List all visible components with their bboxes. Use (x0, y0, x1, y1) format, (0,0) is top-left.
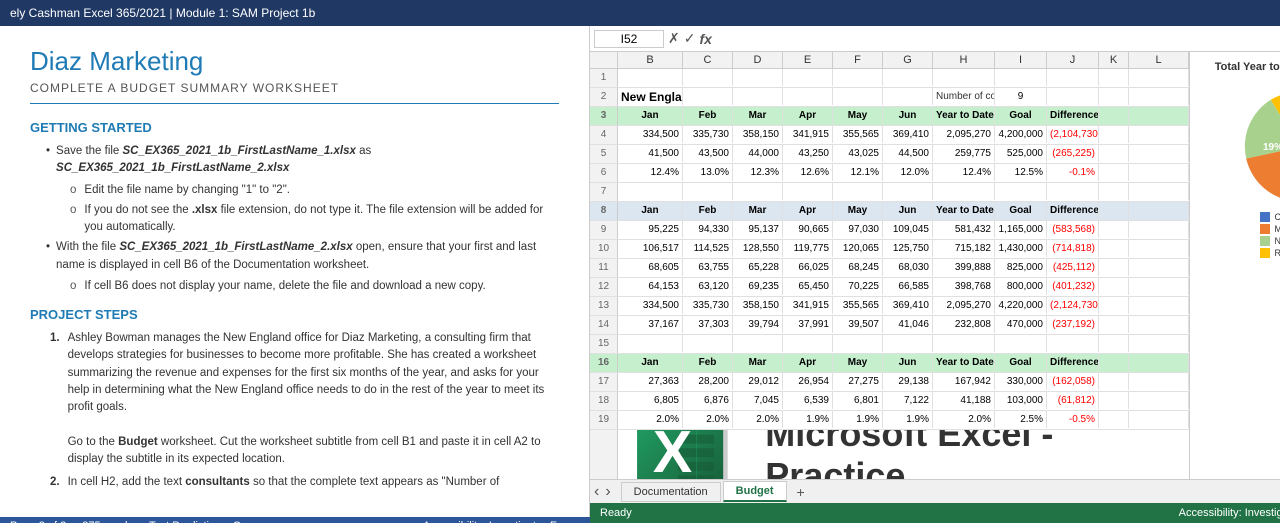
formula-icons: ✗ ✓ fx (668, 30, 712, 47)
col-header-h: H (933, 52, 995, 68)
col-header-d: D (733, 52, 783, 68)
legend-label-nh: New Hampshire (1274, 236, 1280, 246)
col-header-f: F (833, 52, 883, 68)
doc-subtitle: COMPLETE A BUDGET SUMMARY WORKSHEET (30, 81, 559, 104)
getting-started-header: GETTING STARTED (30, 120, 559, 135)
sheet-nav-right[interactable]: › (605, 483, 610, 501)
word-status-bar: Page 3 of 3 875 words Text Predictions: … (0, 517, 590, 523)
legend-label-ma: Massachusetts (1274, 224, 1280, 234)
add-sheet-button[interactable]: + (789, 481, 813, 503)
grid: 1 2 (590, 69, 1189, 479)
bullet-1: Save the file SC_EX365_2021_1b_FirstLast… (46, 143, 559, 178)
top-bar-label: ely Cashman Excel 365/2021 | Module 1: S… (10, 6, 315, 20)
legend-item-ct: Connecticut (1260, 212, 1280, 222)
table-row: 11 68,605 63,755 65,228 66,025 68,245 68… (590, 259, 1189, 278)
table-row: 14 37,167 37,303 39,794 37,991 39,507 41… (590, 316, 1189, 335)
legend-item-ma: Massachusetts (1260, 224, 1280, 234)
table-row: 18 6,805 6,876 7,045 6,539 6,801 7,122 4… (590, 392, 1189, 411)
legend-color-nh (1260, 236, 1270, 246)
row-num-header (590, 52, 618, 68)
table-row: 6 12.4% 13.0% 12.3% 12.6% 12.1% 12.0% 12… (590, 164, 1189, 183)
excel-status-bar: Ready Accessibility: Investigate ◫ ◬ ◭ —… (590, 503, 1280, 523)
table-row: 5 41,500 43,500 44,000 43,250 43,025 44,… (590, 145, 1189, 164)
col-header-i: I (995, 52, 1047, 68)
col-header-k: K (1099, 52, 1129, 68)
word-document-panel: Diaz Marketing COMPLETE A BUDGET SUMMARY… (0, 26, 590, 517)
excel-ready-status: Ready (600, 507, 632, 519)
step-1: 1. Ashley Bowman manages the New England… (50, 330, 559, 468)
excel-icon-area: X Microsoft Excel - Practice (618, 430, 1189, 479)
lower-area: X Microsoft Excel - Practice (590, 430, 1189, 479)
chart-panel: Total Year to Date Sales by State (1189, 52, 1280, 479)
table-row: 16 Jan Feb Mar Apr May Jun Year to Date … (590, 354, 1189, 373)
table-row: 1 (590, 69, 1189, 88)
formula-input[interactable] (716, 32, 1280, 46)
col-header-j: J (1047, 52, 1099, 68)
chart-title: Total Year to Date Sales by State (1215, 60, 1280, 74)
tab-documentation[interactable]: Documentation (621, 482, 721, 502)
table-row: 15 (590, 335, 1189, 354)
table-row: 8 Jan Feb Mar Apr May Jun Year to Date G… (590, 202, 1189, 221)
svg-text:X: X (653, 430, 692, 479)
table-row: 2 New England Number of consultants 9 (590, 88, 1189, 107)
sub-bullet-1b: If you do not see the .xlsx file extensi… (70, 202, 559, 237)
table-row: 12 64,153 63,120 69,235 65,450 70,225 66… (590, 278, 1189, 297)
col-header-b: B (618, 52, 683, 68)
cell-reference-box[interactable]: I52 (594, 30, 664, 48)
table-row: 7 (590, 183, 1189, 202)
legend-item-nh: New Hampshire (1260, 236, 1280, 246)
chart-legend: Connecticut Massachusetts New Hampshire … (1260, 212, 1280, 260)
legend-color-ma (1260, 224, 1270, 234)
sub-bullet-1a: Edit the file name by changing "1" to "2… (70, 182, 559, 199)
table-row: 19 2.0% 2.0% 2.0% 1.9% 1.9% 1.9% 2.0% 2.… (590, 411, 1189, 430)
legend-label-ct: Connecticut (1274, 212, 1280, 222)
excel-accessibility: Accessibility: Investigate (1179, 507, 1280, 519)
bullet-2: With the file SC_EX365_2021_1b_FirstLast… (46, 239, 559, 274)
legend-item-ri: Rhode Island (1260, 248, 1280, 258)
top-bar: ely Cashman Excel 365/2021 | Module 1: S… (0, 0, 1280, 26)
step-2: 2. In cell H2, add the text consultants … (50, 474, 559, 491)
legend-color-ct (1260, 212, 1270, 222)
sheet-tabs: ‹ › Documentation Budget + (590, 479, 1280, 503)
legend-color-ri (1260, 248, 1270, 258)
formula-confirm-icon[interactable]: ✓ (684, 30, 696, 47)
tab-budget[interactable]: Budget (723, 481, 787, 502)
formula-bar: I52 ✗ ✓ fx (590, 26, 1280, 52)
excel-panel: I52 ✗ ✓ fx B C D E F G H (590, 26, 1280, 523)
project-steps-header: PROJECT STEPS (30, 307, 559, 322)
table-row: 10 106,517 114,525 128,550 119,775 120,0… (590, 240, 1189, 259)
col-header-l: L (1129, 52, 1189, 68)
formula-fx-icon[interactable]: fx (699, 31, 711, 47)
excel-app-icon: X (628, 430, 741, 479)
doc-title: Diaz Marketing (30, 46, 559, 77)
sub-bullet-2a: If cell B6 does not display your name, d… (70, 278, 559, 295)
formula-cancel-icon[interactable]: ✗ (668, 30, 680, 47)
table-row: 13 334,500 335,730 358,150 341,915 355,5… (590, 297, 1189, 316)
excel-practice-label: Microsoft Excel - Practice (765, 430, 1053, 479)
svg-text:19%: 19% (1263, 142, 1280, 153)
col-header-e: E (783, 52, 833, 68)
sheet-nav-left[interactable]: ‹ (594, 483, 599, 501)
table-row: 4 334,500 335,730 358,150 341,915 355,56… (590, 126, 1189, 145)
pie-chart: 19% 28% 19% 34% (1235, 82, 1280, 212)
table-row: 3 Jan Feb Mar Apr May Jun Year to Date G… (590, 107, 1189, 126)
column-headers: B C D E F G H I J K L (590, 52, 1189, 69)
spreadsheet: B C D E F G H I J K L 1 (590, 52, 1189, 479)
table-row: 17 27,363 28,200 29,012 26,954 27,275 29… (590, 373, 1189, 392)
col-header-c: C (683, 52, 733, 68)
legend-label-ri: Rhode Island (1274, 248, 1280, 258)
table-row: 9 95,225 94,330 95,137 90,665 97,030 109… (590, 221, 1189, 240)
col-header-g: G (883, 52, 933, 68)
